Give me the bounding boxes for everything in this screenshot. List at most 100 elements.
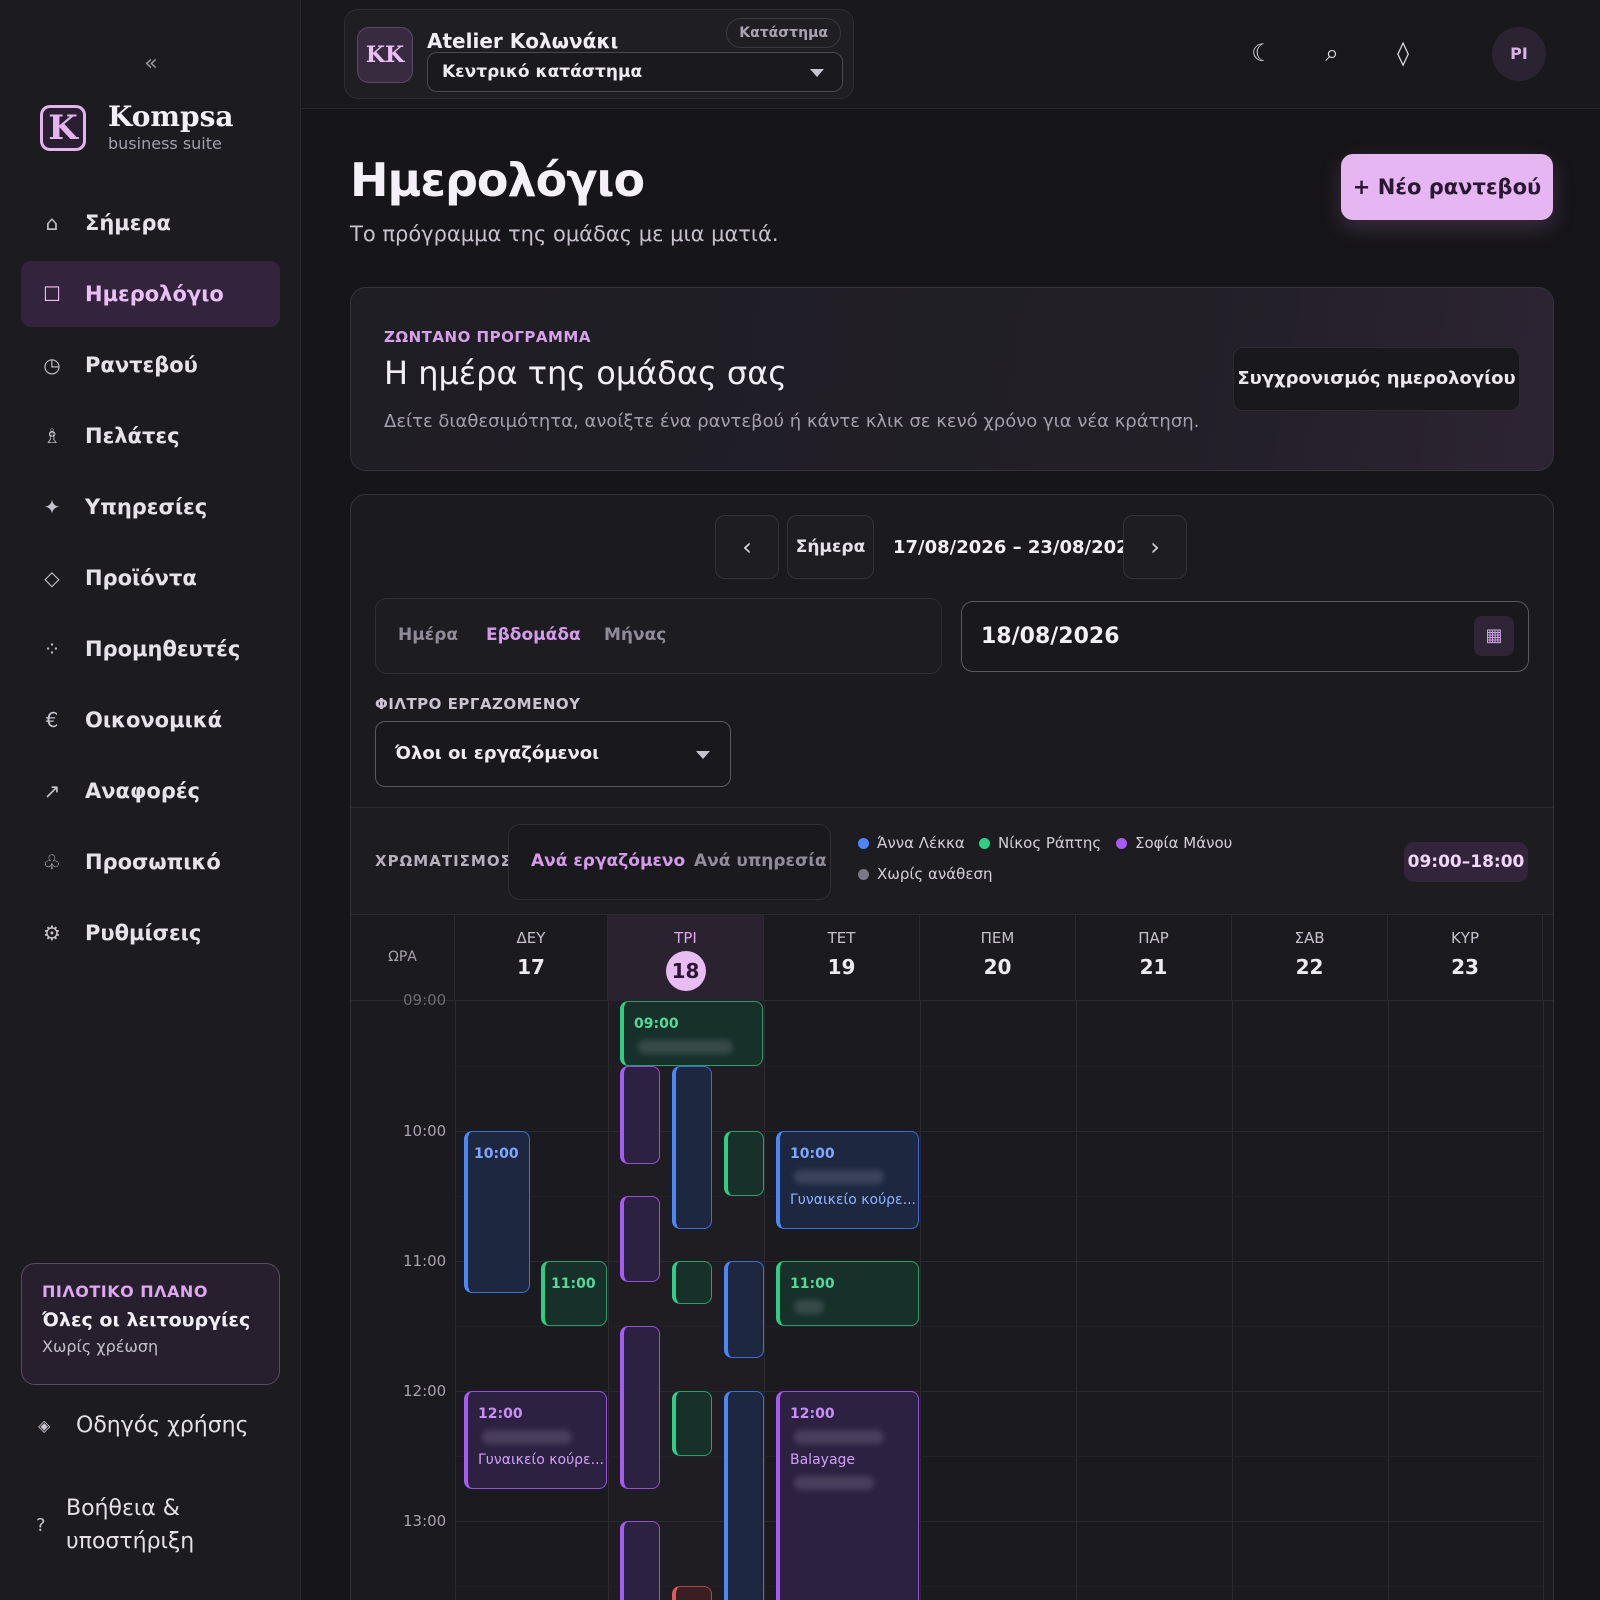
sidebar-item-today[interactable]: ⌂ Σήμερα: [21, 190, 280, 256]
appointment-block[interactable]: [620, 1521, 660, 1600]
day-header-fri[interactable]: ΠΑΡ 21: [1076, 915, 1232, 1001]
question-icon: ?: [36, 1514, 46, 1536]
appointment-block[interactable]: 09:00: [620, 1001, 763, 1066]
time-label: 09:00: [403, 991, 447, 1009]
appointment-block[interactable]: [672, 1391, 712, 1456]
employee-filter-value: Όλοι οι εργαζόμενοι: [395, 743, 600, 764]
collapse-sidebar-button[interactable]: «: [139, 50, 163, 78]
sidebar-nav: ⌂ Σήμερα ☐ Ημερολόγιο ◷ Ραντεβού ♗ Πελάτ…: [21, 190, 280, 971]
date-range: 17/08/2026 – 23/08/2026: [893, 537, 1142, 558]
appointment-block[interactable]: [672, 1066, 712, 1229]
legend-dot: [858, 869, 869, 880]
day-header-sat[interactable]: ΣΑΒ 22: [1232, 915, 1388, 1001]
day-header-mon[interactable]: ΔΕΥ 17: [455, 915, 608, 1001]
day-name: ΤΡΙ: [674, 929, 697, 947]
tab-by-service[interactable]: Ανά υπηρεσία: [694, 851, 827, 871]
employee-filter-select[interactable]: Όλοι οι εργαζόμενοι: [375, 721, 731, 787]
legend-label: Χωρίς ανάθεση: [877, 865, 993, 883]
appointment-block[interactable]: [620, 1066, 660, 1164]
user-guide-link[interactable]: ◈ Οδηγός χρήσης: [38, 1413, 249, 1438]
appointment-block[interactable]: 11:00: [541, 1261, 607, 1326]
coloring-label: ΧΡΩΜΑΤΙΣΜΟΣ: [375, 852, 512, 870]
appointment-block[interactable]: [620, 1196, 660, 1282]
employee-filter-label: ΦΙΛΤΡΟ ΕΡΓΑΖΟΜΕΝΟΥ: [375, 695, 581, 713]
appointment-block[interactable]: [724, 1391, 764, 1600]
legend-label: Σοφία Μάνου: [1135, 834, 1233, 852]
sidebar-item-services[interactable]: ✦ Υπηρεσίες: [21, 474, 280, 540]
coloring-tabs: Ανά εργαζόμενο Ανά υπηρεσία: [508, 824, 831, 900]
plan-card[interactable]: ΠΙΛΟΤΙΚΟ ΠΛΑΝΟ Όλες οι λειτουργίες Χωρίς…: [21, 1263, 280, 1385]
tab-month[interactable]: Μήνας: [604, 625, 666, 645]
sidebar-item-label: Ημερολόγιο: [85, 282, 224, 306]
time-label: 11:00: [403, 1252, 447, 1270]
next-week-button[interactable]: ›: [1123, 515, 1187, 579]
day-header-wed[interactable]: ΤΕΤ 19: [764, 915, 920, 1001]
live-schedule-card: ΖΩΝΤΑΝΟ ΠΡΟΓΡΑΜΜΑ Η ημέρα της ομάδας σας…: [350, 287, 1554, 471]
live-title: Η ημέρα της ομάδας σας: [384, 354, 788, 392]
sidebar-item-clients[interactable]: ♗ Πελάτες: [21, 403, 280, 469]
legend-item: Σοφία Μάνου: [1116, 834, 1232, 852]
prev-week-button[interactable]: ‹: [715, 515, 779, 579]
sidebar-item-reports[interactable]: ↗ Αναφορές: [21, 758, 280, 824]
appointment-block[interactable]: 10:00 Γυναικείο κούρε...: [776, 1131, 919, 1229]
grid-line: [455, 1326, 1543, 1327]
avatar[interactable]: PI: [1492, 27, 1546, 81]
sync-calendar-button[interactable]: Συγχρονισμός ημερολογίου: [1233, 347, 1520, 411]
help-support-link[interactable]: ? Βοήθεια & υποστήριξη: [36, 1492, 266, 1558]
moon-icon[interactable]: ☾: [1245, 36, 1279, 70]
time-header-label: ΩΡΑ: [388, 949, 417, 965]
sidebar-item-finance[interactable]: € Οικονομικά: [21, 687, 280, 753]
sidebar-item-label: Προϊόντα: [85, 566, 197, 590]
sidebar-item-products[interactable]: ◇ Προϊόντα: [21, 545, 280, 611]
day-number: 22: [1295, 955, 1324, 979]
appointment-block[interactable]: 12:00 Γυναικείο κούρε...: [464, 1391, 607, 1489]
appointment-time: 12:00: [790, 1406, 835, 1422]
client-name-redacted: [638, 1040, 733, 1054]
appointment-block[interactable]: [724, 1131, 764, 1196]
sidebar-item-appointments[interactable]: ◷ Ραντεβού: [21, 332, 280, 398]
help-support-label: Βοήθεια & υποστήριξη: [66, 1496, 195, 1554]
appointment-service: Γυναικείο κούρε...: [790, 1192, 916, 1208]
appointment-block[interactable]: 12:00 Balayage: [776, 1391, 919, 1600]
calendar-picker-icon[interactable]: ▦: [1474, 616, 1514, 656]
day-header-thu[interactable]: ΠΕΜ 20: [920, 915, 1076, 1001]
brand-logo-letter: K: [43, 107, 83, 148]
appointment-time: 10:00: [790, 1146, 835, 1162]
grid-line: [455, 1261, 1543, 1262]
grid-line: [455, 1391, 1543, 1392]
diamond-icon[interactable]: ◊: [1386, 36, 1420, 70]
day-header-tue[interactable]: ΤΡΙ 18: [608, 915, 764, 1001]
appointment-block[interactable]: 11:00: [776, 1261, 919, 1326]
search-icon[interactable]: ⌕: [1315, 36, 1349, 70]
legend-dot: [1116, 838, 1127, 849]
appointment-block[interactable]: [672, 1586, 712, 1600]
sidebar-item-suppliers[interactable]: ⁘ Προμηθευτές: [21, 616, 280, 682]
week-grid[interactable]: 09:00 10:00 11:00 12:00 13:00 10:00 11:0…: [351, 991, 1553, 1600]
appointment-block[interactable]: [724, 1261, 764, 1358]
day-number: 18: [665, 951, 706, 991]
day-number: 19: [827, 955, 856, 979]
sidebar-item-staff[interactable]: ♧ Προσωπικό: [21, 829, 280, 895]
sidebar-item-calendar[interactable]: ☐ Ημερολόγιο: [21, 261, 280, 327]
tab-day[interactable]: Ημέρα: [398, 625, 458, 645]
tab-week[interactable]: Εβδομάδα: [486, 625, 581, 645]
grid-line: [764, 1001, 765, 1600]
sidebar-item-settings[interactable]: ⚙ Ρυθμίσεις: [21, 900, 280, 966]
day-number: 23: [1451, 955, 1479, 979]
date-field-value: 18/08/2026: [981, 624, 1120, 649]
day-header-sun[interactable]: ΚΥΡ 23: [1388, 915, 1543, 1001]
store-avatar: KK: [357, 27, 413, 83]
appointment-block[interactable]: [672, 1261, 712, 1304]
brand[interactable]: K Kompsa business suite: [40, 102, 234, 153]
tab-by-employee[interactable]: Ανά εργαζόμενο: [531, 851, 685, 871]
date-field[interactable]: 18/08/2026 ▦: [961, 601, 1529, 672]
time-label: 12:00: [403, 1382, 447, 1400]
appointment-block[interactable]: 10:00: [464, 1131, 530, 1293]
today-button[interactable]: Σήμερα: [787, 515, 874, 579]
client-name-redacted: [794, 1430, 884, 1444]
new-appointment-button[interactable]: + Νέο ραντεβού: [1341, 154, 1553, 220]
store-select[interactable]: Κεντρικό κατάστημα: [427, 52, 843, 92]
appointment-service: Γυναικείο κούρε...: [478, 1452, 604, 1468]
sidebar-item-label: Υπηρεσίες: [85, 495, 208, 519]
appointment-block[interactable]: [620, 1326, 660, 1489]
